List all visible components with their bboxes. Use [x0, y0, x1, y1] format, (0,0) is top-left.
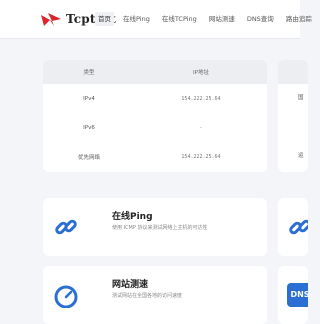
row-type: IPv6 [83, 124, 95, 131]
column-header-type: 类型 [83, 70, 95, 76]
tool-description: 使用 ICMP 协议来测试网络上主机的可达性 [112, 225, 208, 231]
link-icon [289, 219, 308, 235]
dns-icon: DNS [287, 283, 308, 307]
column-header-ip: IP地址 [193, 70, 209, 76]
tool-description: 测试网站在全国各地的访问速度 [112, 293, 183, 299]
side-cell: 国 [298, 95, 304, 101]
mosquito-logo-icon [41, 13, 61, 26]
nav-item-traceroute[interactable]: 路由追踪 [283, 12, 315, 26]
table-row: IPv4 154.222.25.64 [43, 84, 267, 113]
nav-item-dns[interactable]: DNS查询 [244, 12, 277, 26]
tool-card-ping[interactable]: 在线Ping 使用 ICMP 协议来测试网络上主机的可达性 [43, 198, 267, 256]
nav-item-home[interactable]: 首页 [95, 12, 114, 26]
row-type: IPv4 [83, 95, 95, 102]
tool-title: 在线Ping [112, 212, 153, 222]
side-table-header [278, 60, 308, 84]
row-ip: 154.222.25.64 [181, 153, 221, 160]
ip-info-table: 类型 IP地址 IPv4 154.222.25.64 IPv6 - 优先网络 1… [43, 60, 267, 172]
table-header: 类型 IP地址 [43, 60, 267, 84]
tool-title: 网站测速 [112, 280, 149, 290]
main-nav: 首页 在线Ping 在线TCPing 网站测速 DNS查询 路由追踪 [95, 0, 320, 38]
nav-item-ping[interactable]: 在线Ping [120, 12, 153, 26]
tool-card-speedtest[interactable]: 网站测速 测试网站在全国各地的访问速度 [43, 266, 267, 324]
side-cell [278, 113, 308, 142]
table-row: 优先网络 154.222.25.64 [43, 142, 267, 171]
row-type: 优先网络 [77, 154, 100, 161]
top-header: Tcptest 首页 在线Ping 在线TCPing 网站测速 DNS查询 路由… [0, 0, 312, 39]
link-icon [55, 219, 77, 235]
side-tool-card[interactable]: DNS [278, 266, 308, 324]
row-ip: 154.222.25.64 [181, 95, 221, 102]
row-ip: - [199, 124, 203, 131]
nav-item-tcping[interactable]: 在线TCPing [159, 12, 200, 26]
table-row: IPv6 - [43, 113, 267, 142]
side-cell: 运 [298, 153, 304, 159]
nav-item-speedtest[interactable]: 网站测速 [206, 12, 238, 26]
side-info-table: 国 运 [278, 60, 308, 172]
side-tool-card[interactable] [278, 198, 308, 256]
speed-gauge-icon [54, 285, 78, 308]
